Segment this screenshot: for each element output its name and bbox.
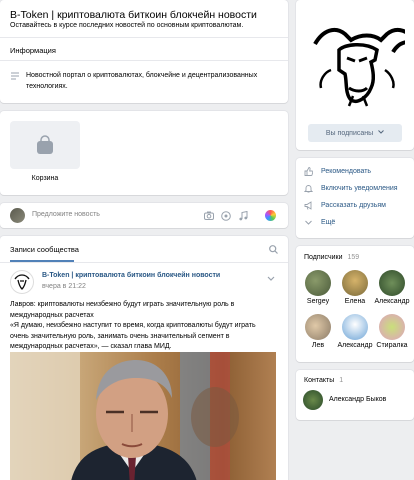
subscriber-name[interactable]: Александр xyxy=(337,342,373,349)
wall-card: Записи сообщества B-Token | криптовалюта… xyxy=(0,236,288,480)
subscriber-name[interactable]: Лев xyxy=(300,342,336,349)
subscribers-header[interactable]: Подписчики 159 xyxy=(304,254,359,261)
subscribers-card: Подписчики 159 Sergey Елена Александр Ле… xyxy=(296,246,414,362)
contact-name[interactable]: Александр Быков xyxy=(329,396,386,403)
subscriber-avatar[interactable] xyxy=(305,270,331,296)
shop-item-label: Корзина xyxy=(31,175,59,182)
action-recommend-label: Рекомендовать xyxy=(321,167,372,175)
composer-card: Предложите новость xyxy=(0,203,288,228)
subscriber-avatar[interactable] xyxy=(305,314,331,340)
composer-input[interactable]: Предложите новость xyxy=(32,211,100,218)
subscribed-button[interactable]: Вы подписаны xyxy=(308,124,402,142)
post-author-avatar[interactable] xyxy=(10,270,34,294)
video-icon[interactable] xyxy=(221,211,231,223)
shopping-bag-icon xyxy=(36,135,54,155)
group-title: B-Token | криптовалюта биткоин блокчейн … xyxy=(10,9,257,21)
poster-icon[interactable] xyxy=(265,210,276,221)
group-header-card: B-Token | криптовалюта биткоин блокчейн … xyxy=(0,0,288,103)
thumb-up-icon xyxy=(304,166,314,176)
shop-card: Корзина xyxy=(0,111,288,195)
subscriber-avatar[interactable] xyxy=(379,270,405,296)
post-image[interactable] xyxy=(10,352,276,480)
chevron-down-icon xyxy=(304,218,313,227)
composer-avatar xyxy=(10,208,25,223)
action-share-label: Рассказать друзьям xyxy=(321,201,386,209)
post-text-line2: «Я думаю, неизбежно наступит то время, к… xyxy=(10,322,256,350)
music-icon[interactable] xyxy=(238,210,248,223)
subscribers-title: Подписчики xyxy=(304,254,343,261)
actions-card: Рекомендовать Включить уведомления Расск… xyxy=(296,158,414,238)
group-logo[interactable] xyxy=(309,14,414,114)
chevron-down-icon xyxy=(378,124,384,142)
subscribers-count: 159 xyxy=(347,254,360,261)
contacts-header[interactable]: Контакты 1 xyxy=(304,377,343,384)
post-text-line1: Лавров: криптовалюты неизбежно будут игр… xyxy=(10,301,235,319)
subscriber-name[interactable]: Александр xyxy=(374,298,410,305)
subscribed-button-label: Вы подписаны xyxy=(325,129,374,137)
subscriber-avatar[interactable] xyxy=(342,270,368,296)
subscriber-avatar[interactable] xyxy=(342,314,368,340)
action-notifications-label: Включить уведомления xyxy=(321,184,398,192)
tab-community-posts[interactable]: Записи сообщества xyxy=(10,245,79,254)
contacts-count: 1 xyxy=(339,377,344,384)
shop-item[interactable] xyxy=(10,121,80,169)
action-more[interactable]: Ещё xyxy=(304,216,335,228)
group-description: Новостной портал о криптовалютах, блокче… xyxy=(26,72,258,90)
action-notifications[interactable]: Включить уведомления xyxy=(303,182,398,194)
search-icon[interactable] xyxy=(269,245,278,256)
megaphone-icon xyxy=(304,200,313,210)
camera-icon[interactable] xyxy=(204,211,214,222)
action-recommend[interactable]: Рекомендовать xyxy=(304,165,371,177)
subscriber-name[interactable]: Sergey xyxy=(300,298,336,305)
subscriber-name[interactable]: Елена xyxy=(337,298,373,305)
post-text: Лавров: криптовалюты неизбежно будут игр… xyxy=(10,300,276,353)
post-time[interactable]: вчера в 21:22 xyxy=(42,283,86,290)
description-icon xyxy=(11,72,19,80)
group-avatar-card: Вы подписаны xyxy=(296,0,414,150)
action-share[interactable]: Рассказать друзьям xyxy=(304,199,386,211)
bell-icon xyxy=(303,184,314,193)
contacts-card: Контакты 1 Александр Быков xyxy=(296,370,414,420)
subscriber-name[interactable]: Стиралка xyxy=(374,342,410,349)
info-header: Информация xyxy=(10,46,56,55)
post-author[interactable]: B-Token | криптовалюта биткоин блокчейн … xyxy=(42,272,220,279)
portrait-illustration xyxy=(10,352,239,480)
post-menu-chevron-icon[interactable] xyxy=(267,274,275,283)
group-status: Оставайтесь в курсе последних новостей п… xyxy=(10,22,244,29)
contact-avatar[interactable] xyxy=(303,390,323,410)
action-more-label: Ещё xyxy=(321,218,336,226)
bull-logo-icon xyxy=(313,27,414,107)
subscriber-avatar[interactable] xyxy=(379,314,405,340)
contacts-title: Контакты xyxy=(304,377,335,384)
